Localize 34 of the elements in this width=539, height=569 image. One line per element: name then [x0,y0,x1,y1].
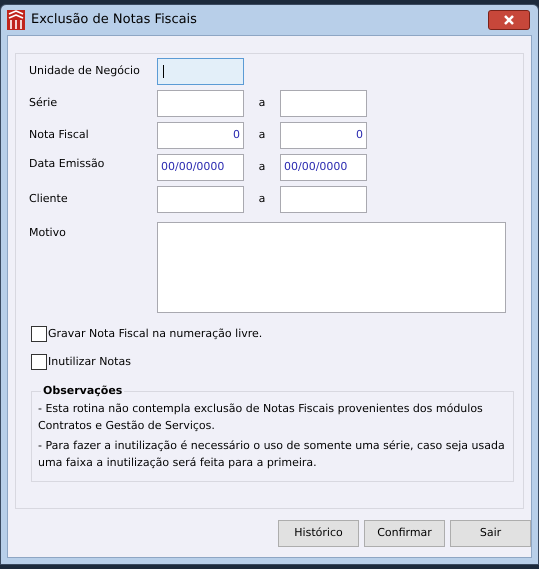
text-field[interactable] [157,58,244,85]
range-start-field[interactable] [157,186,244,213]
range-end-field[interactable] [280,90,367,117]
checkbox[interactable] [31,326,47,342]
range-end-field[interactable] [280,186,367,213]
notes-title: Observações [42,383,124,399]
range-start-field[interactable]: 0 [157,122,244,149]
app-logo-icon [7,10,25,30]
range-separator: a [258,191,266,208]
dialog-button[interactable]: Histórico [278,520,359,547]
range-end-field[interactable]: 00/00/0000 [280,154,367,181]
dialog-button[interactable]: Confirmar [364,520,445,547]
range-separator: a [258,159,266,176]
checkbox-label: Inutilizar Notas [48,354,131,370]
field-label: Cliente [29,191,69,208]
close-icon [503,15,515,25]
note-text: - Esta rotina não contempla exclusão de Notas Fiscais provenientes dos módulos Contratos e Gestão de Serviços. [38,400,484,434]
range-start-field[interactable] [157,90,244,117]
range-separator: a [258,127,266,144]
field-label: Data Emissão [29,156,106,172]
note-text: - Para fazer a inutilização é necessário o uso de somente uma série, caso seja usada uma faixa a inutilização será feita para a primeira. [38,438,506,470]
range-separator: a [258,95,266,112]
window-title: Exclusão de Notas Fiscais [31,11,197,30]
field-label: Nota Fiscal [29,127,90,144]
checkbox[interactable] [31,354,47,370]
range-end-field[interactable]: 0 [280,122,367,149]
field-label: Série [29,95,58,112]
range-start-field[interactable]: 00/00/0000 [157,154,244,181]
reason-field[interactable] [157,222,506,313]
field-label: Unidade de Negócio [29,63,141,80]
dialog-button[interactable]: Sair [450,520,531,547]
checkbox-label: Gravar Nota Fiscal na numeração livre. [48,326,262,342]
field-label: Motivo [29,225,67,241]
close-button[interactable] [488,10,530,30]
